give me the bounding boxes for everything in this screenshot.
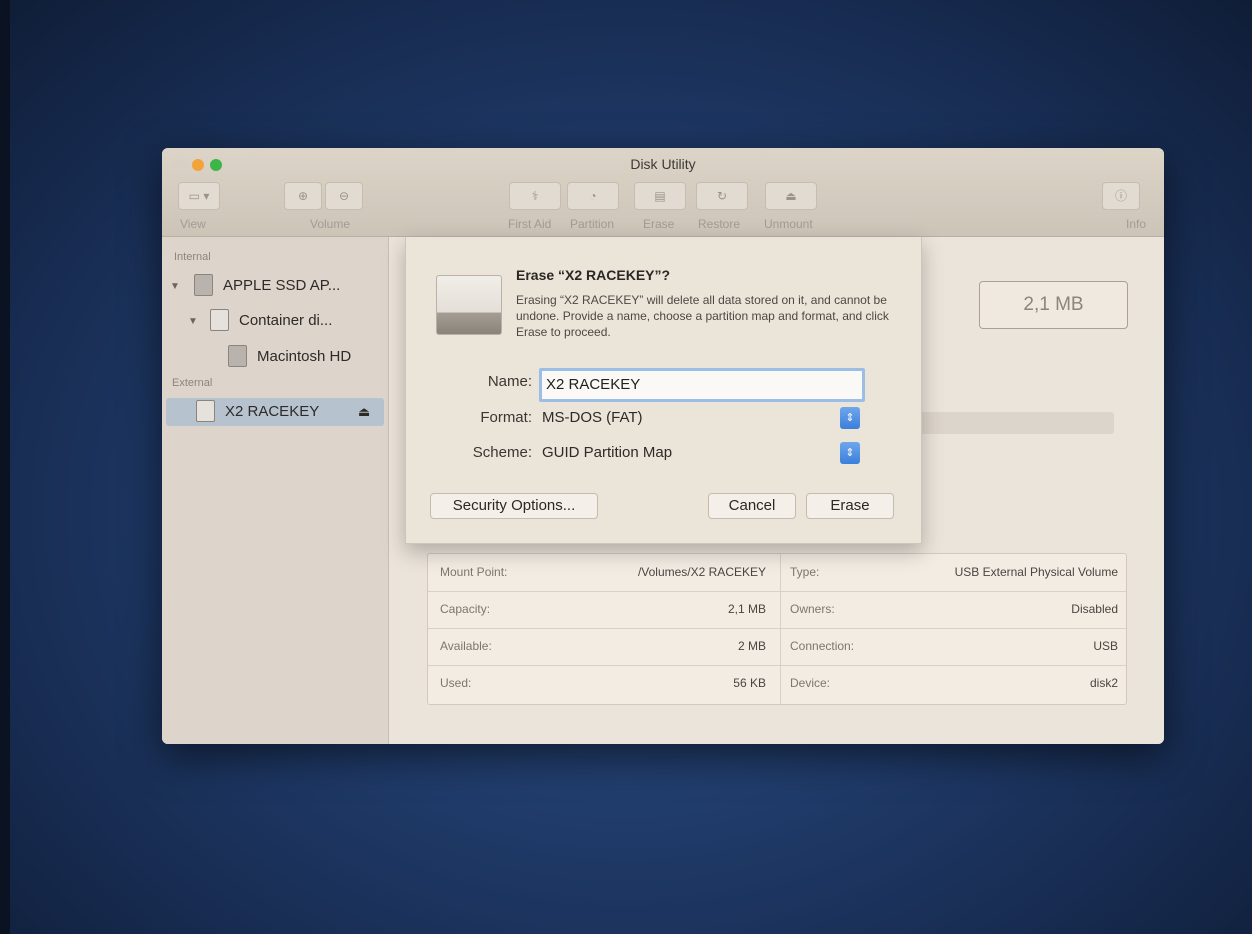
erase-button[interactable]: ▤ (634, 182, 686, 210)
table-row: Mount Point: /Volumes/X2 RACEKEY Type: U… (428, 554, 1126, 592)
usage-bar (919, 412, 1114, 434)
screen-bezel (0, 0, 10, 934)
sidebar-item-x2-racekey[interactable]: X2 RACEKEY (196, 399, 319, 425)
table-row: Capacity: 2,1 MB Owners: Disabled (428, 591, 1126, 629)
type-value: USB External Physical Volume (954, 565, 1118, 579)
view-label: View (180, 217, 206, 231)
table-row: Used: 56 KB Device: disk2 (428, 665, 1126, 702)
dialog-message: Erasing “X2 RACEKEY” will delete all dat… (516, 293, 889, 339)
device-value: disk2 (1089, 676, 1118, 690)
format-popup[interactable]: MS-DOS (FAT) ⇕ (542, 407, 860, 429)
scheme-value: GUID Partition Map (542, 444, 673, 461)
partition-icon: ◔ (589, 189, 597, 203)
toolbar: Disk Utility ▭ ▾ View ⊕ ⊖ Volume ⚕ First… (162, 148, 1164, 237)
format-label: Format: (480, 409, 532, 426)
stethoscope-icon: ⚕ (531, 189, 539, 203)
table-row: Available: 2 MB Connection: USB (428, 628, 1126, 666)
info-label: Info (1126, 217, 1147, 231)
sidebar-item-apple-ssd[interactable]: APPLE SSD AP... (194, 273, 340, 299)
internal-disk-icon (194, 274, 213, 297)
name-field[interactable]: X2 RACEKEY (539, 368, 865, 402)
sidebar-item-label: Macintosh HD (257, 348, 352, 365)
device-label: Device: (790, 676, 831, 690)
first-aid-label: First Aid (508, 217, 552, 231)
erase-label: Erase (643, 217, 675, 231)
capacity-label: Capacity: (440, 602, 491, 616)
partition-button[interactable]: ◔ (567, 182, 619, 210)
restore-icon: ↻ (716, 189, 728, 203)
first-aid-button[interactable]: ⚕ (509, 182, 561, 210)
available-label: Available: (440, 639, 492, 653)
sidebar-item-container[interactable]: Container di... (210, 308, 332, 334)
restore-label: Restore (698, 217, 741, 231)
partition-label: Partition (570, 217, 615, 231)
sidebar-item-label: APPLE SSD AP... (223, 277, 341, 294)
popup-arrows-icon: ⇕ (840, 442, 860, 464)
dialog-title: Erase “X2 RACEKEY”? (516, 267, 671, 283)
info-button[interactable]: ⓘ (1102, 182, 1140, 210)
add-volume-button[interactable]: ⊕ (284, 182, 322, 210)
security-options-button[interactable]: Security Options... (430, 493, 598, 519)
disclosure-triangle-icon[interactable]: ▼ (188, 316, 198, 327)
window-title: Disk Utility (630, 156, 696, 172)
volume-disk-icon (228, 345, 247, 368)
volume-label: Volume (310, 217, 351, 231)
cancel-button[interactable]: Cancel (708, 493, 796, 519)
add-volume-icon: ⊕ (297, 189, 309, 203)
external-disk-icon (196, 400, 215, 423)
unmount-button[interactable]: ⏏ (765, 182, 817, 210)
owners-label: Owners: (790, 602, 835, 616)
info-icon: ⓘ (1114, 189, 1127, 203)
sidebar-section-external: External (172, 377, 213, 389)
erase-dialog: Erase “X2 RACEKEY”? Erasing “X2 RACEKEY”… (405, 237, 922, 544)
scheme-popup[interactable]: GUID Partition Map ⇕ (542, 442, 860, 464)
remove-volume-icon: ⊖ (338, 189, 350, 203)
unmount-label: Unmount (764, 217, 813, 231)
format-value: MS-DOS (FAT) (542, 409, 643, 426)
restore-button[interactable]: ↻ (696, 182, 748, 210)
name-label: Name: (487, 373, 532, 390)
disk-utility-window: Disk Utility ▭ ▾ View ⊕ ⊖ Volume ⚕ First… (162, 148, 1164, 744)
available-value: 2 MB (737, 639, 766, 653)
connection-label: Connection: (790, 639, 855, 653)
used-value: 56 KB (733, 676, 766, 690)
sidebar-item-macintosh-hd[interactable]: Macintosh HD (228, 344, 351, 370)
eject-icon[interactable]: ⏏ (358, 399, 370, 425)
type-label: Type: (790, 565, 820, 579)
sidebar-item-label: X2 RACEKEY (225, 403, 320, 420)
volume-size-display: 2,1 MB (979, 281, 1128, 329)
erase-confirm-button[interactable]: Erase (806, 493, 894, 519)
scheme-label: Scheme: (472, 444, 532, 461)
remove-volume-button[interactable]: ⊖ (325, 182, 363, 210)
disclosure-triangle-icon[interactable]: ▼ (170, 281, 180, 292)
capacity-value: 2,1 MB (727, 602, 766, 616)
volume-info-table: Mount Point: /Volumes/X2 RACEKEY Type: U… (427, 553, 1127, 705)
popup-arrows-icon: ⇕ (840, 407, 860, 429)
sidebar-toggle-icon: ▭ ▾ (188, 189, 210, 203)
erase-icon: ▤ (654, 189, 666, 203)
container-disk-icon (210, 309, 229, 332)
external-drive-icon (436, 275, 502, 335)
owners-value: Disabled (1071, 602, 1118, 616)
used-label: Used: (440, 676, 472, 690)
sidebar-section-internal: Internal (174, 251, 211, 263)
connection-value: USB (1093, 639, 1118, 653)
sidebar: Internal ▼ APPLE SSD AP... ▼ Container d… (162, 237, 389, 744)
sidebar-item-label: Container di... (239, 312, 333, 329)
view-button[interactable]: ▭ ▾ (178, 182, 220, 210)
mount-point-value: /Volumes/X2 RACEKEY (637, 565, 766, 579)
eject-icon: ⏏ (785, 189, 797, 203)
mount-point-label: Mount Point: (440, 565, 508, 579)
